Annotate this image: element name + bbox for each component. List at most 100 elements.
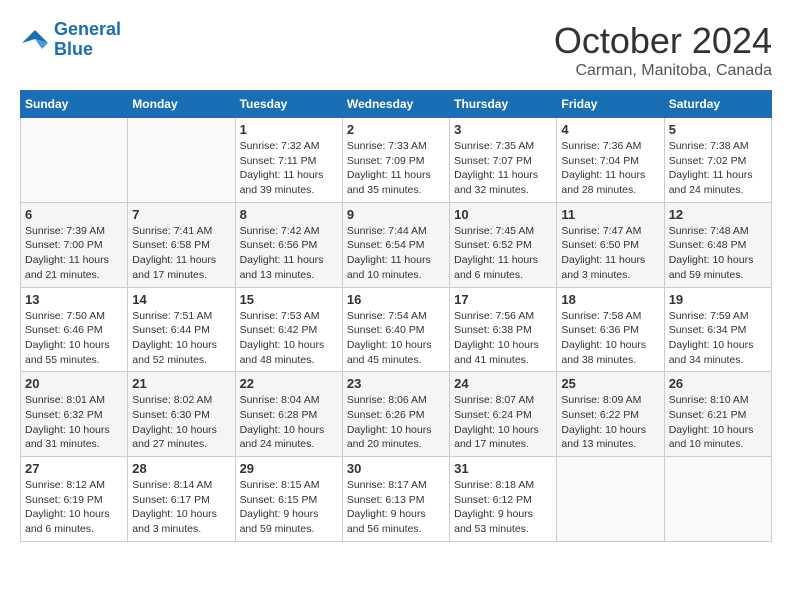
day-number: 12 bbox=[669, 207, 767, 222]
calendar-cell bbox=[557, 457, 664, 542]
day-number: 2 bbox=[347, 122, 445, 137]
day-info: Sunrise: 7:33 AM Sunset: 7:09 PM Dayligh… bbox=[347, 139, 445, 198]
calendar-cell: 20 Sunrise: 8:01 AM Sunset: 6:32 PM Dayli… bbox=[21, 372, 128, 457]
calendar-cell: 28Sunrise: 8:14 AM Sunset: 6:17 PM Dayli… bbox=[128, 457, 235, 542]
day-number: 30 bbox=[347, 461, 445, 476]
calendar-cell: 16 Sunrise: 7:54 AM Sunset: 6:40 PM Dayli… bbox=[342, 287, 449, 372]
day-number: 15 bbox=[240, 292, 338, 307]
day-info: Sunrise: 7:58 AM Sunset: 6:36 PM Dayligh… bbox=[561, 309, 659, 368]
day-number: 29 bbox=[240, 461, 338, 476]
day-number: 11 bbox=[561, 207, 659, 222]
day-number: 16 bbox=[347, 292, 445, 307]
calendar-cell: 17 Sunrise: 7:56 AM Sunset: 6:38 PM Dayli… bbox=[450, 287, 557, 372]
day-info: Sunrise: 8:04 AM Sunset: 6:28 PM Dayligh… bbox=[240, 393, 338, 452]
day-info: Sunrise: 7:54 AM Sunset: 6:40 PM Dayligh… bbox=[347, 309, 445, 368]
day-number: 24 bbox=[454, 376, 552, 391]
day-number: 18 bbox=[561, 292, 659, 307]
day-info: Sunrise: 7:32 AM Sunset: 7:11 PM Dayligh… bbox=[240, 139, 338, 198]
weekday-header: Sunday bbox=[21, 91, 128, 118]
calendar-cell: 2 Sunrise: 7:33 AM Sunset: 7:09 PM Daylig… bbox=[342, 118, 449, 203]
day-info: Sunrise: 7:42 AM Sunset: 6:56 PM Dayligh… bbox=[240, 224, 338, 283]
day-info: Sunrise: 8:02 AM Sunset: 6:30 PM Dayligh… bbox=[132, 393, 230, 452]
day-number: 17 bbox=[454, 292, 552, 307]
calendar-cell: 5 Sunrise: 7:38 AM Sunset: 7:02 PM Daylig… bbox=[664, 118, 771, 203]
logo-icon bbox=[20, 25, 50, 55]
weekday-header: Wednesday bbox=[342, 91, 449, 118]
day-info: Sunrise: 7:39 AM Sunset: 7:00 PM Dayligh… bbox=[25, 224, 123, 283]
calendar-cell: 29 Sunrise: 8:15 AM Sunset: 6:15 PM Dayli… bbox=[235, 457, 342, 542]
day-info: Sunrise: 7:50 AM Sunset: 6:46 PM Dayligh… bbox=[25, 309, 123, 368]
day-number: 9 bbox=[347, 207, 445, 222]
day-info: Sunrise: 7:44 AM Sunset: 6:54 PM Dayligh… bbox=[347, 224, 445, 283]
day-info: Sunrise: 8:06 AM Sunset: 6:26 PM Dayligh… bbox=[347, 393, 445, 452]
title-block: October 2024 Carman, Manitoba, Canada bbox=[554, 20, 772, 80]
weekday-header: Monday bbox=[128, 91, 235, 118]
day-info: Sunrise: 7:53 AM Sunset: 6:42 PM Dayligh… bbox=[240, 309, 338, 368]
calendar-cell bbox=[128, 118, 235, 203]
calendar-week-row: 13 Sunrise: 7:50 AM Sunset: 6:46 PM Dayli… bbox=[21, 287, 772, 372]
calendar-week-row: 27Sunrise: 8:12 AM Sunset: 6:19 PM Dayli… bbox=[21, 457, 772, 542]
day-info: Sunrise: 7:51 AM Sunset: 6:44 PM Dayligh… bbox=[132, 309, 230, 368]
calendar-table: SundayMondayTuesdayWednesdayThursdayFrid… bbox=[20, 90, 772, 542]
calendar-cell: 22Sunrise: 8:04 AM Sunset: 6:28 PM Dayli… bbox=[235, 372, 342, 457]
day-info: Sunrise: 8:01 AM Sunset: 6:32 PM Dayligh… bbox=[25, 393, 123, 452]
calendar-cell: 7Sunrise: 7:41 AM Sunset: 6:58 PM Daylig… bbox=[128, 202, 235, 287]
day-info: Sunrise: 7:36 AM Sunset: 7:04 PM Dayligh… bbox=[561, 139, 659, 198]
day-number: 21 bbox=[132, 376, 230, 391]
logo: General Blue bbox=[20, 20, 121, 60]
day-number: 13 bbox=[25, 292, 123, 307]
day-number: 31 bbox=[454, 461, 552, 476]
calendar-cell: 1 Sunrise: 7:32 AM Sunset: 7:11 PM Daylig… bbox=[235, 118, 342, 203]
calendar-cell: 4Sunrise: 7:36 AM Sunset: 7:04 PM Daylig… bbox=[557, 118, 664, 203]
day-info: Sunrise: 7:38 AM Sunset: 7:02 PM Dayligh… bbox=[669, 139, 767, 198]
day-number: 8 bbox=[240, 207, 338, 222]
calendar-week-row: 20 Sunrise: 8:01 AM Sunset: 6:32 PM Dayli… bbox=[21, 372, 772, 457]
weekday-header: Thursday bbox=[450, 91, 557, 118]
calendar-cell: 18 Sunrise: 7:58 AM Sunset: 6:36 PM Dayli… bbox=[557, 287, 664, 372]
calendar-cell: 30 Sunrise: 8:17 AM Sunset: 6:13 PM Dayli… bbox=[342, 457, 449, 542]
calendar-cell: 19Sunrise: 7:59 AM Sunset: 6:34 PM Dayli… bbox=[664, 287, 771, 372]
page-header: General Blue October 2024 Carman, Manito… bbox=[20, 20, 772, 80]
calendar-cell: 13 Sunrise: 7:50 AM Sunset: 6:46 PM Dayli… bbox=[21, 287, 128, 372]
logo-text: General Blue bbox=[54, 20, 121, 60]
day-info: Sunrise: 8:17 AM Sunset: 6:13 PM Dayligh… bbox=[347, 478, 445, 537]
day-number: 28 bbox=[132, 461, 230, 476]
day-number: 14 bbox=[132, 292, 230, 307]
calendar-week-row: 6Sunrise: 7:39 AM Sunset: 7:00 PM Daylig… bbox=[21, 202, 772, 287]
day-info: Sunrise: 8:15 AM Sunset: 6:15 PM Dayligh… bbox=[240, 478, 338, 537]
day-info: Sunrise: 7:41 AM Sunset: 6:58 PM Dayligh… bbox=[132, 224, 230, 283]
calendar-header-row: SundayMondayTuesdayWednesdayThursdayFrid… bbox=[21, 91, 772, 118]
calendar-cell: 21 Sunrise: 8:02 AM Sunset: 6:30 PM Dayli… bbox=[128, 372, 235, 457]
calendar-cell: 14 Sunrise: 7:51 AM Sunset: 6:44 PM Dayli… bbox=[128, 287, 235, 372]
day-number: 26 bbox=[669, 376, 767, 391]
weekday-header: Saturday bbox=[664, 91, 771, 118]
day-info: Sunrise: 8:09 AM Sunset: 6:22 PM Dayligh… bbox=[561, 393, 659, 452]
calendar-cell: 31 Sunrise: 8:18 AM Sunset: 6:12 PM Dayli… bbox=[450, 457, 557, 542]
calendar-cell: 3 Sunrise: 7:35 AM Sunset: 7:07 PM Daylig… bbox=[450, 118, 557, 203]
calendar-cell: 23 Sunrise: 8:06 AM Sunset: 6:26 PM Dayli… bbox=[342, 372, 449, 457]
calendar-cell bbox=[21, 118, 128, 203]
day-number: 3 bbox=[454, 122, 552, 137]
calendar-cell: 6Sunrise: 7:39 AM Sunset: 7:00 PM Daylig… bbox=[21, 202, 128, 287]
day-info: Sunrise: 7:35 AM Sunset: 7:07 PM Dayligh… bbox=[454, 139, 552, 198]
day-info: Sunrise: 8:07 AM Sunset: 6:24 PM Dayligh… bbox=[454, 393, 552, 452]
calendar-cell: 27Sunrise: 8:12 AM Sunset: 6:19 PM Dayli… bbox=[21, 457, 128, 542]
weekday-header: Friday bbox=[557, 91, 664, 118]
day-number: 23 bbox=[347, 376, 445, 391]
calendar-cell: 11Sunrise: 7:47 AM Sunset: 6:50 PM Dayli… bbox=[557, 202, 664, 287]
day-number: 25 bbox=[561, 376, 659, 391]
day-number: 1 bbox=[240, 122, 338, 137]
day-number: 5 bbox=[669, 122, 767, 137]
day-number: 27 bbox=[25, 461, 123, 476]
calendar-week-row: 1 Sunrise: 7:32 AM Sunset: 7:11 PM Daylig… bbox=[21, 118, 772, 203]
day-number: 20 bbox=[25, 376, 123, 391]
calendar-cell: 10Sunrise: 7:45 AM Sunset: 6:52 PM Dayli… bbox=[450, 202, 557, 287]
day-info: Sunrise: 7:56 AM Sunset: 6:38 PM Dayligh… bbox=[454, 309, 552, 368]
day-info: Sunrise: 7:45 AM Sunset: 6:52 PM Dayligh… bbox=[454, 224, 552, 283]
day-info: Sunrise: 8:18 AM Sunset: 6:12 PM Dayligh… bbox=[454, 478, 552, 537]
weekday-header: Tuesday bbox=[235, 91, 342, 118]
day-info: Sunrise: 7:48 AM Sunset: 6:48 PM Dayligh… bbox=[669, 224, 767, 283]
calendar-cell: 24 Sunrise: 8:07 AM Sunset: 6:24 PM Dayli… bbox=[450, 372, 557, 457]
calendar-cell: 12 Sunrise: 7:48 AM Sunset: 6:48 PM Dayli… bbox=[664, 202, 771, 287]
calendar-cell: 9 Sunrise: 7:44 AM Sunset: 6:54 PM Daylig… bbox=[342, 202, 449, 287]
